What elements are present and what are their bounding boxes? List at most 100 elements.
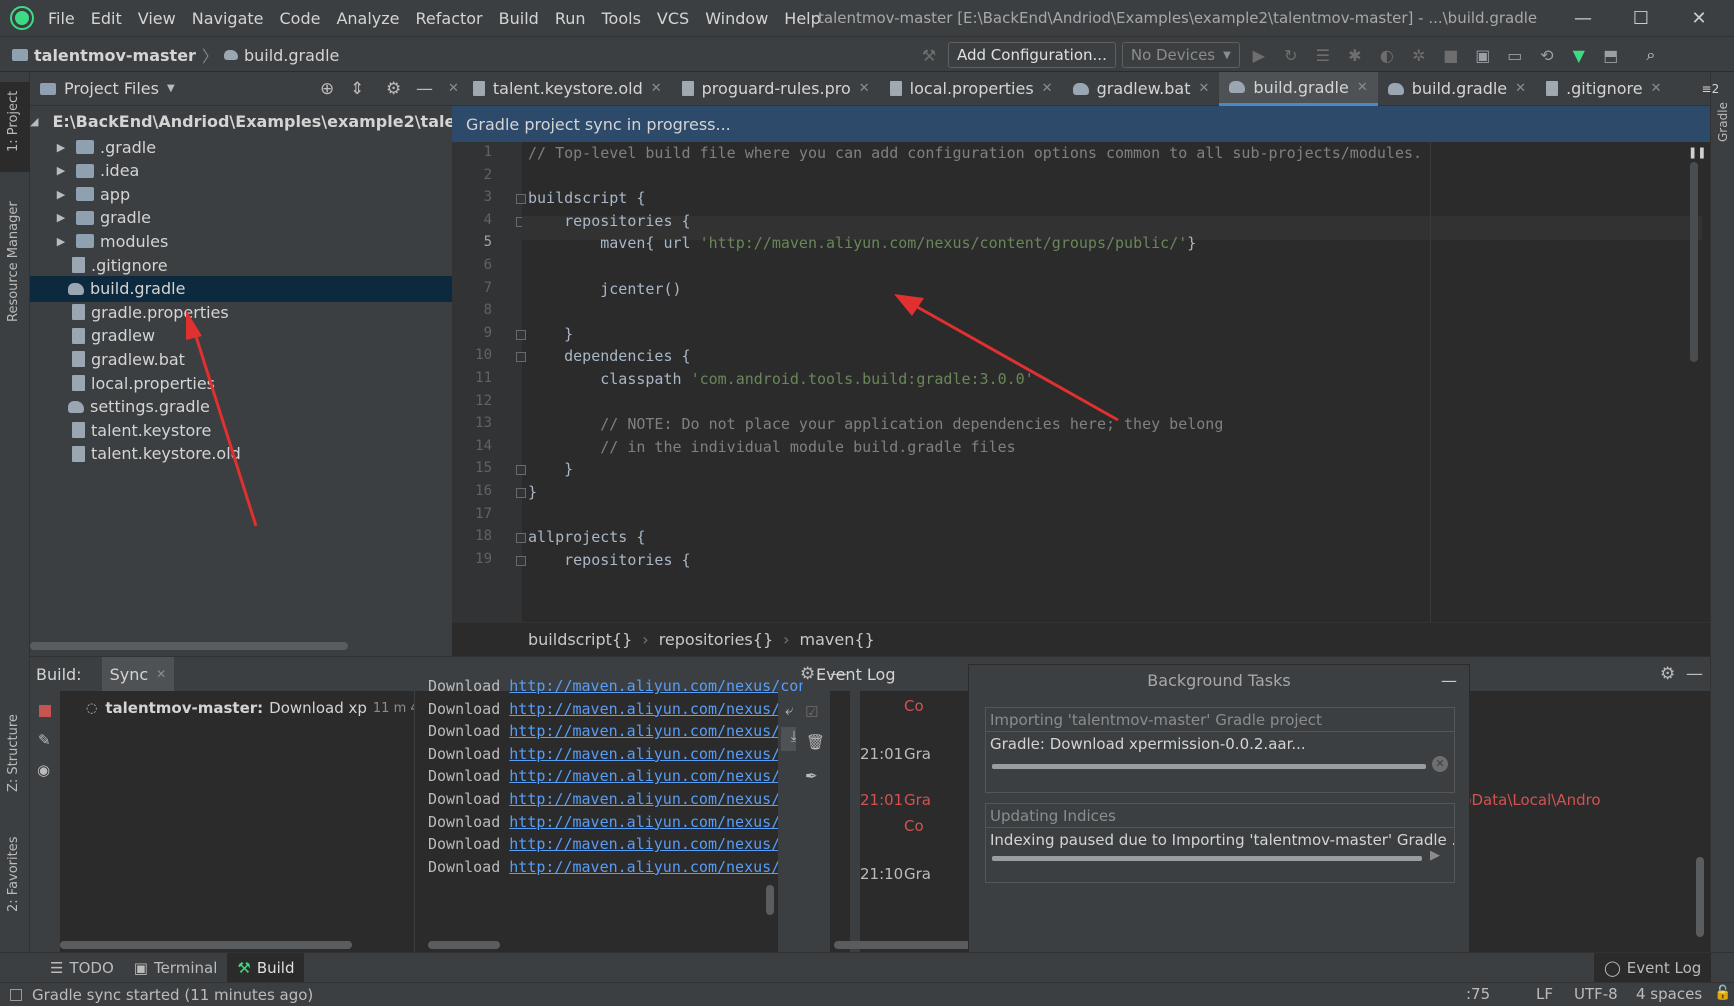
tree-item-idea[interactable]: ▶ .idea xyxy=(30,158,452,184)
status-encoding[interactable]: UTF-8 xyxy=(1574,985,1618,1003)
coverage-icon[interactable]: ☰ xyxy=(1310,42,1336,68)
download-row[interactable]: Download http://maven.aliyun.com/nexus/c… xyxy=(428,858,803,876)
minimize-icon[interactable]: — xyxy=(1441,671,1457,690)
tree-item-gradle-properties[interactable]: gradle.properties xyxy=(30,299,452,325)
search-icon[interactable]: ⌕ xyxy=(1638,42,1664,68)
tree-root[interactable]: ◢ E:\BackEnd\Andriod\Examples\example2\t… xyxy=(30,108,452,134)
tab-gitignore[interactable]: .gitignore ✕ xyxy=(1536,72,1671,106)
breadcrumb-repositories[interactable]: repositories{} xyxy=(659,630,773,649)
download-link[interactable]: http://maven.aliyun.com/nexus/cont xyxy=(509,835,803,853)
favorites-label[interactable]: 2: Favorites xyxy=(6,836,21,912)
tree-item-gradlew-bat[interactable]: gradlew.bat xyxy=(30,346,452,372)
download-row[interactable]: Download http://maven.aliyun.com/nexus/c… xyxy=(428,790,803,808)
tree-item-modules[interactable]: ▶ modules xyxy=(30,228,452,254)
download-row[interactable]: Download http://maven.aliyun.com/nexus/c… xyxy=(428,835,803,853)
mark-read-icon[interactable]: ☑ xyxy=(805,703,818,721)
tree-item-gradlew[interactable]: gradlew xyxy=(30,323,452,349)
attach-debugger-icon[interactable]: ✲ xyxy=(1406,42,1432,68)
menu-item-tools[interactable]: Tools xyxy=(602,9,641,28)
tab-gradlew-bat[interactable]: gradlew.bat ✕ xyxy=(1063,72,1220,106)
menu-item-analyze[interactable]: Analyze xyxy=(336,9,399,28)
menu-item-edit[interactable]: Edit xyxy=(91,9,122,28)
download-row[interactable]: Download http://maven.aliyun.com/nexus/c… xyxy=(428,722,803,740)
resource-manager-label[interactable]: Resource Manager xyxy=(6,201,21,322)
expand-arrow-icon[interactable]: ▶ xyxy=(54,164,68,177)
close-icon[interactable]: ✕ xyxy=(1042,81,1053,96)
menu-item-code[interactable]: Code xyxy=(280,9,321,28)
menu-item-help[interactable]: Help xyxy=(784,9,820,28)
close-icon[interactable]: ✕ xyxy=(1688,7,1710,29)
tab-local-properties[interactable]: local.properties ✕ xyxy=(880,72,1063,106)
project-view-dropdown[interactable]: Project Files xyxy=(64,79,159,98)
sdk-manager-icon[interactable]: ▼ xyxy=(1566,42,1592,68)
devices-dropdown[interactable]: No Devices ▼ xyxy=(1121,42,1240,68)
editor-scrollbar[interactable] xyxy=(1690,162,1698,362)
breadcrumb-maven[interactable]: maven{} xyxy=(800,630,875,649)
tree-item-talent-keystore-old[interactable]: talent.keystore.old xyxy=(30,441,452,467)
tree-item-gradle[interactable]: ▶ .gradle xyxy=(30,134,452,160)
cancel-icon[interactable]: ✕ xyxy=(1432,756,1448,772)
hide-icon[interactable]: — xyxy=(416,79,433,99)
close-icon[interactable]: ✕ xyxy=(859,81,870,96)
breadcrumb-file[interactable]: build.gradle xyxy=(244,46,339,65)
maximize-icon[interactable]: ☐ xyxy=(1630,7,1652,29)
download-link[interactable]: http://maven.aliyun.com/nexus/cont xyxy=(509,767,803,785)
download-link[interactable]: http://maven.aliyun.com/nexus/cont xyxy=(509,722,803,740)
menu-item-vcs[interactable]: VCS xyxy=(657,9,689,28)
breadcrumb-buildscript[interactable]: buildscript{} xyxy=(528,630,632,649)
menu-item-view[interactable]: View xyxy=(138,9,176,28)
output-scrollbar[interactable] xyxy=(428,941,500,949)
download-row[interactable]: Download http://maven.aliyun.com/nexus/c… xyxy=(428,767,803,785)
download-row[interactable]: Download http://maven.aliyun.com/nexus/c… xyxy=(428,677,803,695)
trash-icon[interactable]: 🗑 xyxy=(806,733,825,751)
add-configuration-button[interactable]: Add Configuration... xyxy=(948,42,1116,68)
expand-arrow-icon[interactable]: ◢ xyxy=(30,115,38,128)
horizontal-scrollbar[interactable] xyxy=(30,642,348,650)
download-link[interactable]: http://maven.aliyun.com/nexus/cont xyxy=(509,790,803,808)
close-icon[interactable]: ✕ xyxy=(1515,81,1526,96)
event-entry[interactable]: Co xyxy=(860,697,924,715)
avd-manager-icon[interactable]: ⟲ xyxy=(1534,42,1560,68)
event-entry[interactable]: Co xyxy=(860,817,924,835)
project-structure-icon[interactable]: ⬒ xyxy=(1598,42,1624,68)
event-log-button[interactable]: ◯ Event Log xyxy=(1594,953,1712,983)
run-icon[interactable]: ▶ xyxy=(1246,42,1272,68)
status-position[interactable]: :75 xyxy=(1466,985,1490,1003)
status-toggle-icon[interactable] xyxy=(10,988,22,1001)
expand-arrow-icon[interactable]: ▶ xyxy=(54,188,68,201)
tab-build-gradle[interactable]: build.gradle ✕ xyxy=(1378,72,1536,106)
tab-todo[interactable]: ☰ TODO xyxy=(40,953,124,983)
download-link[interactable]: http://maven.aliyun.com/nexus/cont xyxy=(509,858,803,876)
menu-item-file[interactable]: File xyxy=(48,9,75,28)
profile-icon[interactable]: ◐ xyxy=(1374,42,1400,68)
tab-talent-keystore-old[interactable]: talent.keystore.old ✕ xyxy=(463,72,672,106)
tab-build-gradle[interactable]: build.gradle ✕ xyxy=(1219,71,1378,106)
download-link[interactable]: http://maven.aliyun.com/nexus/cont xyxy=(509,813,803,831)
status-line-separator[interactable]: LF xyxy=(1536,985,1553,1003)
menu-item-refactor[interactable]: Refactor xyxy=(416,9,483,28)
inspection-indicator-icon[interactable]: ❚❚ xyxy=(1688,146,1706,159)
tree-item-gradle[interactable]: ▶ gradle xyxy=(30,205,452,231)
menu-item-run[interactable]: Run xyxy=(555,9,586,28)
expand-arrow-icon[interactable]: ▶ xyxy=(54,141,68,154)
expand-arrow-icon[interactable]: ▶ xyxy=(54,235,68,248)
soft-wrap-icon[interactable]: ⤶ xyxy=(785,701,793,719)
resume-icon[interactable]: ▶ xyxy=(1430,848,1440,863)
output-vscrollbar[interactable] xyxy=(766,885,774,915)
chevron-down-icon[interactable]: ▼ xyxy=(167,83,175,94)
expand-arrow-icon[interactable]: ▶ xyxy=(54,211,68,224)
status-message[interactable]: Gradle sync started (11 minutes ago) xyxy=(32,986,313,1004)
event-entry[interactable]: 21:01 Gra xyxy=(860,791,931,809)
download-link[interactable]: http://maven.aliyun.com/nexus/cont xyxy=(509,700,803,718)
stop-icon[interactable]: ■ xyxy=(1438,42,1464,68)
tabs-overflow-icon[interactable]: ≡2 xyxy=(1692,72,1730,106)
download-row[interactable]: Download http://maven.aliyun.com/nexus/c… xyxy=(428,745,803,763)
layout-icon[interactable]: ▣ xyxy=(1470,42,1496,68)
download-output[interactable]: Download http://maven.aliyun.com/nexus/c… xyxy=(30,657,850,953)
tree-item-settings-gradle[interactable]: settings.gradle xyxy=(30,394,452,420)
debug-icon[interactable]: ✱ xyxy=(1342,42,1368,68)
download-row[interactable]: Download http://maven.aliyun.com/nexus/c… xyxy=(428,813,803,831)
gear-icon[interactable]: ⚙ xyxy=(386,79,401,99)
sync-gradle-icon[interactable]: ▭ xyxy=(1502,42,1528,68)
menu-item-build[interactable]: Build xyxy=(499,9,539,28)
